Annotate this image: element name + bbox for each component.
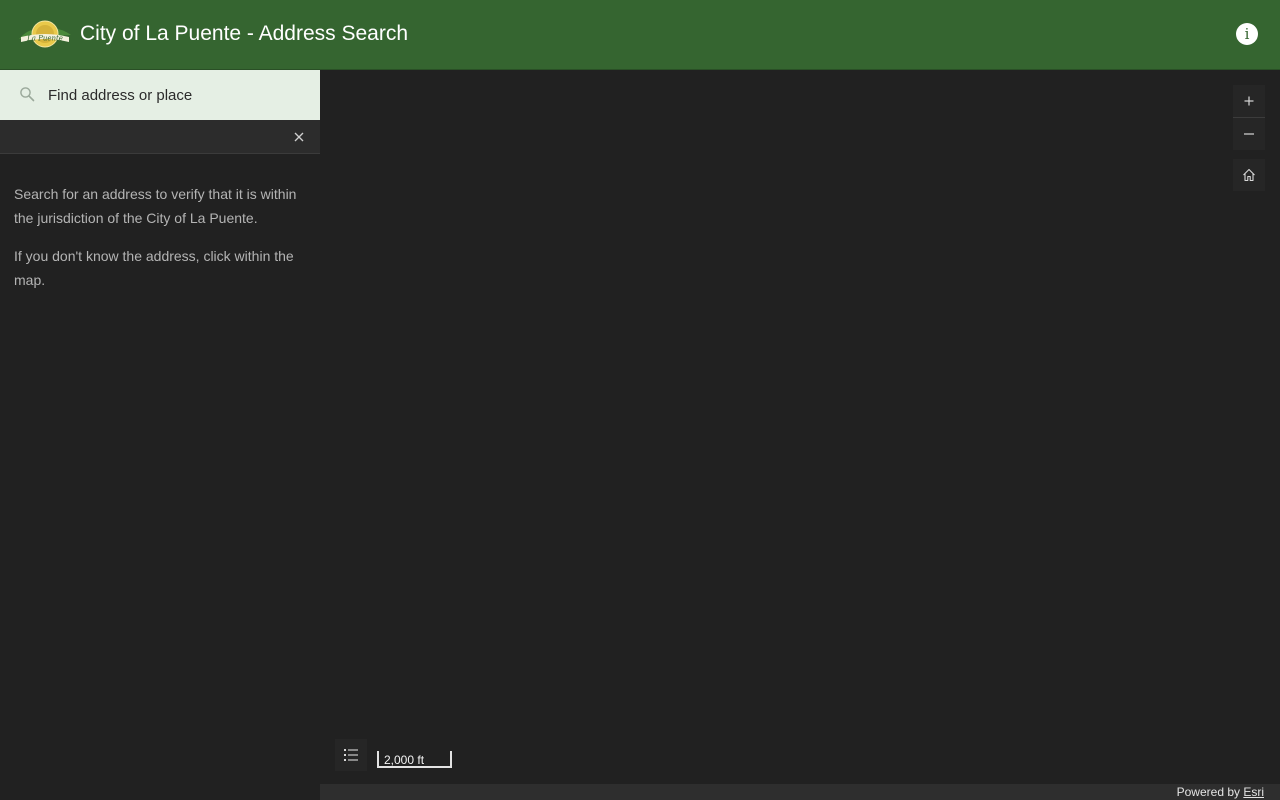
close-icon[interactable] (290, 128, 308, 146)
attribution-prefix: Powered by (1176, 785, 1244, 799)
search-results-bar (0, 120, 320, 154)
app-title: City of La Puente - Address Search (80, 22, 409, 45)
info-icon: i (1244, 25, 1250, 43)
home-icon (1243, 168, 1255, 182)
list-icon (344, 749, 358, 761)
app-header: La Puente City of La Puente - Address Se… (0, 0, 1280, 70)
search-input[interactable] (48, 83, 304, 107)
zoom-in-button[interactable] (1233, 85, 1265, 117)
sidebar: Search for an address to verify that it … (0, 70, 320, 800)
home-button[interactable] (1233, 159, 1265, 191)
instructions-panel: Search for an address to verify that it … (14, 182, 310, 306)
minus-icon (1244, 133, 1254, 135)
instruction-text: Search for an address to verify that it … (14, 186, 297, 226)
zoom-out-button[interactable] (1233, 118, 1265, 150)
map-attribution: Powered by Esri (320, 784, 1280, 800)
plus-icon (1244, 96, 1254, 106)
legend-button[interactable] (335, 739, 367, 771)
attribution-text: Powered by Esri (1177, 784, 1264, 800)
map-view[interactable] (320, 70, 1280, 800)
info-button[interactable]: i (1236, 23, 1258, 45)
search-box (0, 70, 320, 120)
logo-wordmark: La Puente (26, 35, 63, 43)
zoom-controls (1233, 85, 1265, 150)
search-icon (20, 87, 35, 102)
city-logo: La Puente (17, 17, 73, 51)
instruction-text: If you don't know the address, click wit… (14, 248, 294, 288)
esri-link[interactable]: Esri (1243, 785, 1264, 799)
scale-bar-label: 2,000 ft (384, 753, 425, 767)
